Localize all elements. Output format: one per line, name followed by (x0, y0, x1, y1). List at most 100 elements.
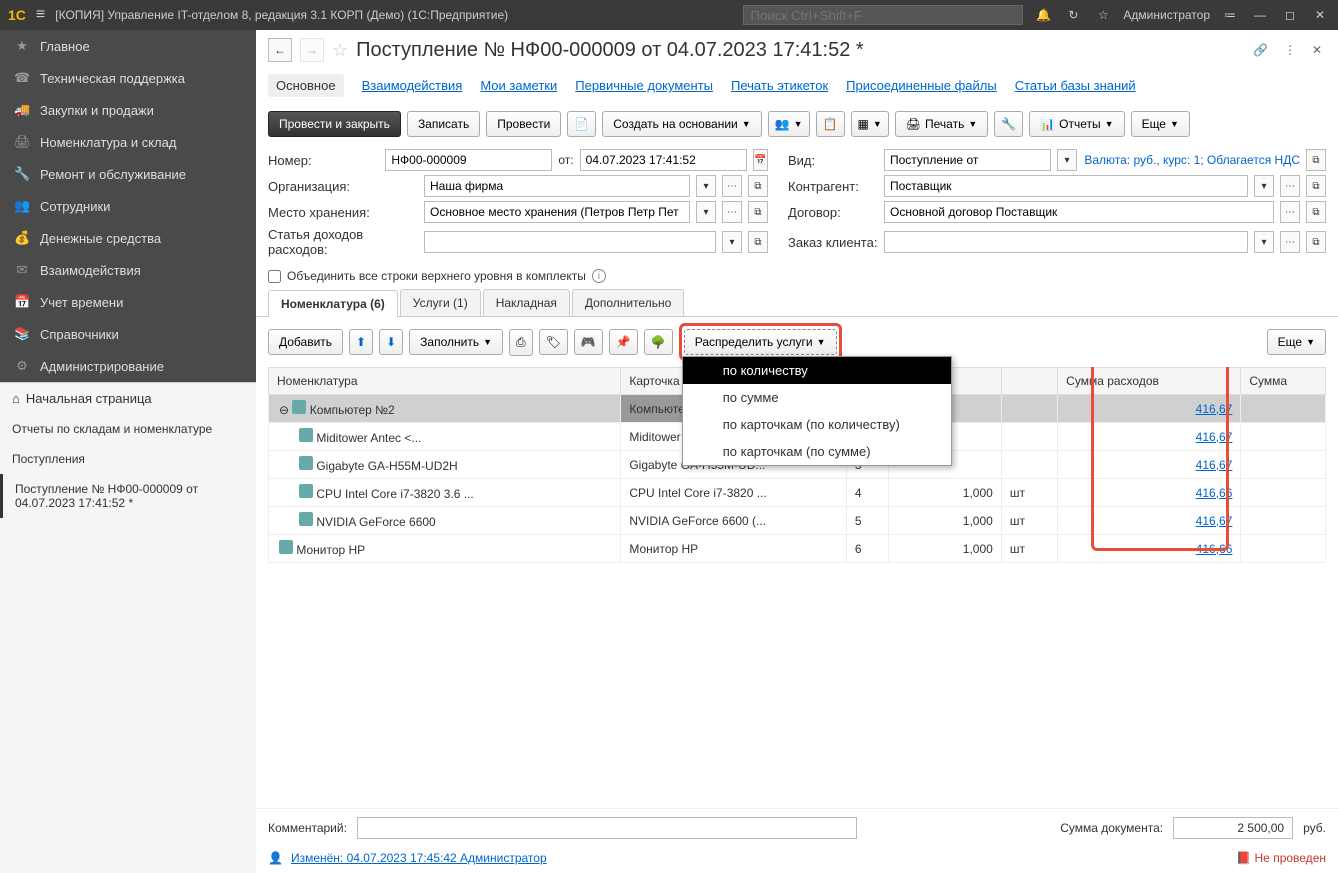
favorite-star-icon[interactable]: ☆ (332, 40, 348, 61)
move-down-button[interactable]: ⬇ (379, 329, 403, 355)
st-open-icon[interactable]: ⧉ (748, 201, 768, 223)
history-icon[interactable]: ↻ (1063, 8, 1083, 22)
contract-input[interactable] (884, 201, 1274, 223)
sidebar-item-1[interactable]: ☎Техническая поддержка (0, 62, 256, 94)
dropdown-item-1[interactable]: по сумме (683, 384, 951, 411)
linktab-4[interactable]: Печать этикеток (731, 78, 828, 93)
linktab-1[interactable]: Взаимодействия (362, 78, 463, 93)
tools-icon-button[interactable]: 🔧 (994, 111, 1023, 137)
fill-button[interactable]: Заполнить ▼ (409, 329, 503, 355)
cp-open-icon[interactable]: ⧉ (1306, 175, 1326, 197)
sidebar-item-4[interactable]: 🔧Ремонт и обслуживание (0, 158, 256, 190)
table-more-button[interactable]: Еще ▼ (1267, 329, 1326, 355)
create-based-button[interactable]: Создать на основании ▼ (602, 111, 761, 137)
comment-input[interactable] (357, 817, 857, 839)
st-dots-icon[interactable]: ⋯ (722, 201, 742, 223)
linktab-2[interactable]: Мои заметки (480, 78, 557, 93)
more-button[interactable]: Еще ▼ (1131, 111, 1190, 137)
info-icon[interactable]: i (592, 269, 606, 283)
changed-link[interactable]: Изменён: 04.07.2023 17:45:42 Администрат… (291, 851, 547, 865)
move-up-button[interactable]: ⬆ (349, 329, 373, 355)
close-doc-icon[interactable]: ✕ (1308, 43, 1326, 57)
col-header-0[interactable]: Номенклатура (269, 368, 621, 395)
users-icon-button[interactable]: 👥▼ (768, 111, 810, 137)
dropdown-item-0[interactable]: по количеству (683, 357, 951, 384)
subtab-3[interactable]: Дополнительно (572, 289, 684, 316)
linktab-0[interactable]: Основное (268, 74, 344, 97)
type-input[interactable] (884, 149, 1051, 171)
save-button[interactable]: Записать (407, 111, 480, 137)
table-row[interactable]: NVIDIA GeForce 6600NVIDIA GeForce 6600 (… (269, 507, 1326, 535)
forward-button[interactable]: → (300, 38, 324, 62)
sidebar-item-2[interactable]: 🚚Закупки и продажи (0, 94, 256, 126)
post-button[interactable]: Провести (486, 111, 561, 137)
org-dropdown-icon[interactable]: ▾ (696, 175, 716, 197)
dropdown-item-2[interactable]: по карточкам (по количеству) (683, 411, 951, 438)
link-icon[interactable]: 🔗 (1249, 43, 1272, 57)
sidebar-sub-0[interactable]: Отчеты по складам и номенклатуре (0, 414, 256, 444)
global-search-input[interactable] (743, 5, 1023, 25)
col-header-4[interactable] (1001, 368, 1057, 395)
sidebar-item-6[interactable]: 💰Денежные средства (0, 222, 256, 254)
expense-link[interactable]: 416,67 (1196, 402, 1233, 416)
sidebar-item-8[interactable]: 📅Учет времени (0, 286, 256, 318)
barcode-button[interactable]: ⎙ (509, 329, 533, 356)
pin-button[interactable]: 📌 (609, 329, 638, 355)
sidebar-sub-2[interactable]: Поступление № НФ00-000009 от 04.07.2023 … (0, 474, 256, 518)
home-link[interactable]: ⌂ Начальная страница (0, 383, 256, 414)
star-icon[interactable]: ☆ (1093, 8, 1113, 22)
or-open-icon[interactable]: ⧉ (1306, 231, 1326, 253)
document-icon-button[interactable]: 📄 (567, 111, 596, 137)
sidebar-item-0[interactable]: ★Главное (0, 30, 256, 62)
dropdown-item-3[interactable]: по карточкам (по сумме) (683, 438, 951, 465)
expense-link[interactable]: 416,67 (1196, 430, 1233, 444)
copy-icon-button[interactable]: 📋 (816, 111, 845, 137)
sidebar-item-7[interactable]: ✉Взаимодействия (0, 254, 256, 286)
sidebar-item-9[interactable]: 📚Справочники (0, 318, 256, 350)
ct-open-icon[interactable]: ⧉ (1306, 201, 1326, 223)
or-dropdown-icon[interactable]: ▾ (1254, 231, 1274, 253)
minimize-icon[interactable]: — (1250, 8, 1270, 22)
counterparty-input[interactable] (884, 175, 1248, 197)
grid-icon-button[interactable]: ▦▼ (851, 111, 889, 137)
in-open-icon[interactable]: ⧉ (748, 231, 768, 253)
tree-button[interactable]: 🌳 (644, 329, 673, 355)
subtab-1[interactable]: Услуги (1) (400, 289, 481, 316)
distribute-services-button[interactable]: Распределить услуги ▼ (684, 329, 837, 355)
sidebar-item-5[interactable]: 👥Сотрудники (0, 190, 256, 222)
combine-checkbox[interactable] (268, 270, 281, 283)
table-row[interactable]: Монитор HPМонитор HP61,000шт416,66 (269, 535, 1326, 563)
income-input[interactable] (424, 231, 716, 253)
number-input[interactable] (385, 149, 552, 171)
col-header-5[interactable]: Сумма расходов (1058, 368, 1241, 395)
sidebar-sub-1[interactable]: Поступления (0, 444, 256, 474)
cp-dots-icon[interactable]: ⋯ (1280, 175, 1300, 197)
org-open-icon[interactable]: ⧉ (748, 175, 768, 197)
menu-icon[interactable]: ≡ (36, 6, 45, 24)
org-dots-icon[interactable]: ⋯ (722, 175, 742, 197)
expense-link[interactable]: 416,66 (1196, 542, 1233, 556)
gamepad-button[interactable]: 🎮 (574, 329, 603, 355)
expense-link[interactable]: 416,66 (1196, 486, 1233, 500)
order-input[interactable] (884, 231, 1248, 253)
user-label[interactable]: Администратор (1123, 8, 1210, 22)
expense-link[interactable]: 416,67 (1196, 458, 1233, 472)
subtab-0[interactable]: Номенклатура (6) (268, 290, 398, 317)
org-input[interactable] (424, 175, 690, 197)
linktab-5[interactable]: Присоединенные файлы (846, 78, 997, 93)
sidebar-item-10[interactable]: ⚙Администрирование (0, 350, 256, 382)
or-dots-icon[interactable]: ⋯ (1280, 231, 1300, 253)
kebab-icon[interactable]: ⋮ (1280, 43, 1300, 57)
back-button[interactable]: ← (268, 38, 292, 62)
calendar-icon[interactable]: 📅 (753, 149, 768, 171)
bell-icon[interactable]: 🔔 (1033, 8, 1053, 22)
linktab-3[interactable]: Первичные документы (575, 78, 713, 93)
in-dropdown-icon[interactable]: ▾ (722, 231, 742, 253)
print-button[interactable]: 🖨 Печать ▼ (895, 111, 988, 137)
tag-button[interactable]: 🏷 (539, 329, 568, 355)
type-dropdown-icon[interactable]: ▾ (1057, 149, 1077, 171)
expense-link[interactable]: 416,67 (1196, 514, 1233, 528)
date-input[interactable] (580, 149, 747, 171)
table-row[interactable]: CPU Intel Core i7-3820 3.6 ...CPU Intel … (269, 479, 1326, 507)
close-icon[interactable]: ✕ (1310, 8, 1330, 22)
